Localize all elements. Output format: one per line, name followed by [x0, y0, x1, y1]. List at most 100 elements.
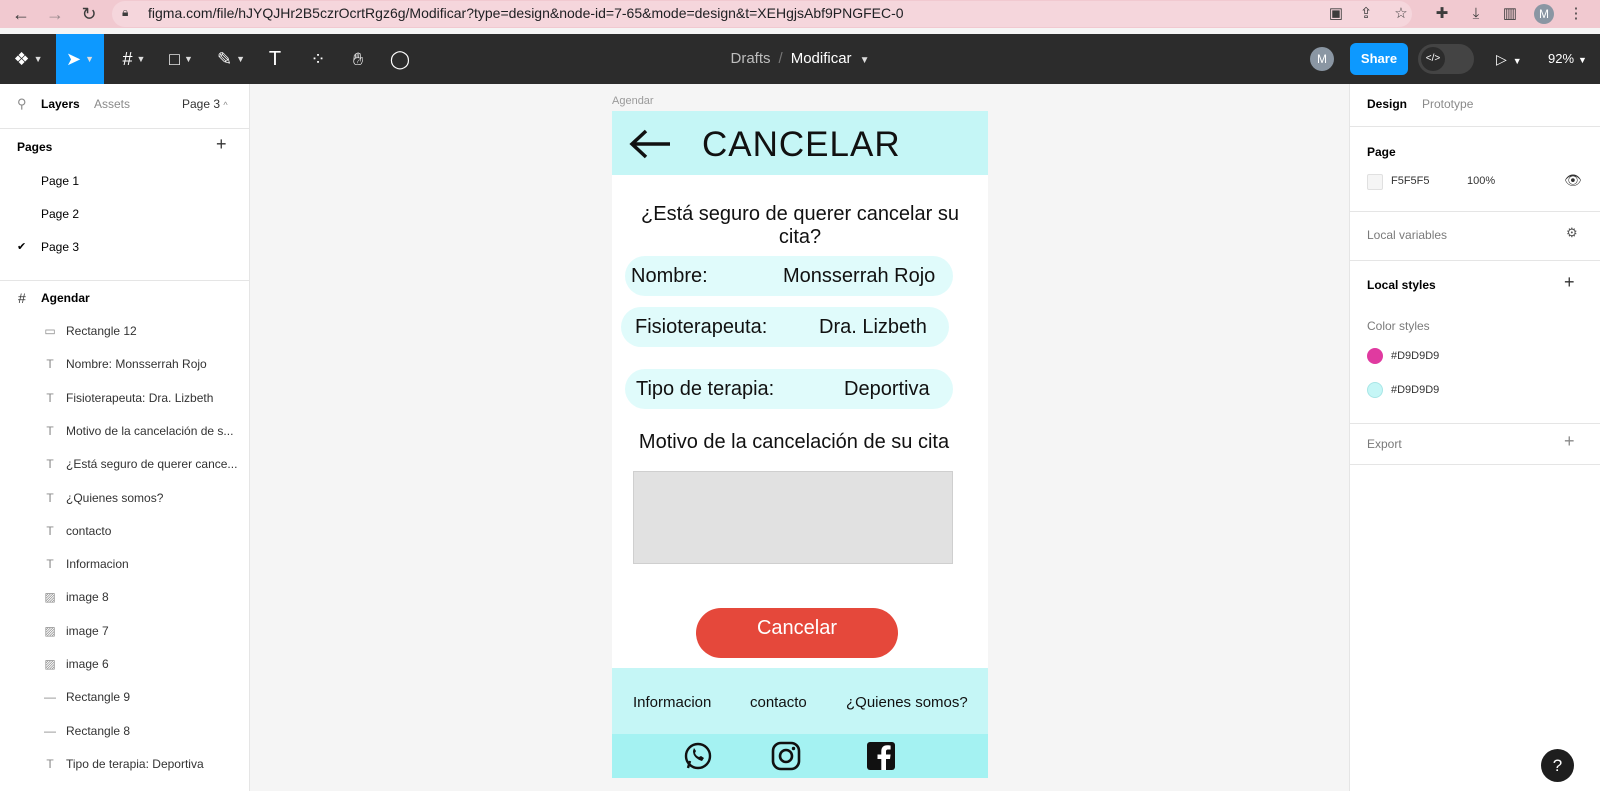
share-button[interactable]: Share [1350, 43, 1408, 75]
bookmark-star-icon[interactable]: ☆ [1391, 4, 1411, 24]
page-selector[interactable]: Page 3 ^ [182, 97, 228, 111]
instagram-icon[interactable] [770, 740, 802, 772]
text-tool[interactable]: T [262, 34, 288, 84]
layer-row[interactable]: T Nombre: Monsserrah Rojo [0, 348, 249, 381]
figma-main-menu[interactable]: ❖ ▼ [10, 34, 46, 84]
sidepanel-icon[interactable]: ▥ [1500, 4, 1520, 24]
components-icon: ⁘ [310, 48, 326, 69]
layer-row[interactable]: T ¿Está seguro de querer cance... [0, 448, 249, 481]
page-color-hex[interactable]: F5F5F5 [1391, 175, 1430, 187]
layer-row[interactable]: — Rectangle 9 [0, 681, 249, 714]
local-styles-heading: Local styles [1367, 278, 1436, 292]
page-color-swatch[interactable] [1367, 174, 1383, 190]
clipboard-icon[interactable]: ▣ [1326, 4, 1346, 24]
tab-layers[interactable]: Layers [41, 97, 80, 111]
tab-prototype[interactable]: Prototype [1422, 97, 1473, 111]
cancel-button[interactable]: Cancelar [696, 608, 898, 658]
add-export-icon[interactable]: + [1564, 431, 1575, 452]
layer-row[interactable]: T ¿Quienes somos? [0, 482, 249, 515]
agendar-frame[interactable]: CANCELAR ¿Está seguro de querer cancelar… [612, 111, 988, 778]
present-button[interactable]: ▷ ▼ [1496, 34, 1522, 84]
eye-icon[interactable]: 👁︎ [1564, 172, 1582, 189]
reload-icon[interactable]: ↻ [78, 3, 100, 25]
shape-tool[interactable]: □ ▼ [160, 34, 202, 84]
local-variables-label[interactable]: Local variables [1367, 228, 1447, 242]
nombre-row: Nombre: Monsserrah Rojo [625, 256, 953, 296]
layer-row[interactable]: — Rectangle 8 [0, 715, 249, 748]
play-icon: ▷ [1496, 51, 1507, 67]
footer-links: Informacion contacto ¿Quienes somos? [612, 668, 988, 734]
download-icon[interactable]: ⤓ [1466, 4, 1486, 24]
layer-name: image 6 [66, 657, 109, 671]
hand-icon: ✋︎ [352, 48, 364, 69]
share-page-icon[interactable]: ⇪ [1356, 4, 1376, 24]
footer-link-quienes-somos[interactable]: ¿Quienes somos? [846, 694, 968, 711]
layer-row[interactable]: T Fisioterapeuta: Dra. Lizbeth [0, 382, 249, 415]
page-selector-label: Page 3 [182, 97, 221, 111]
footer-link-informacion[interactable]: Informacion [633, 694, 711, 711]
hand-tool[interactable]: ✋︎ [344, 34, 372, 84]
layer-row[interactable]: Tcontacto [0, 515, 249, 548]
forward-nav-icon[interactable]: → [44, 3, 66, 25]
url-text[interactable]: figma.com/file/hJYQJHr2B5czrOcrtRgz6g/Mo… [148, 5, 904, 21]
layer-name: Motivo de la cancelación de s... [66, 423, 234, 438]
layer-row[interactable]: ▨ image 6 [0, 648, 249, 681]
divider [0, 128, 250, 129]
chevron-down-icon[interactable]: ▼ [860, 55, 870, 66]
motivo-label: Motivo de la cancelación de su cita [638, 431, 950, 453]
header-bar: CANCELAR [612, 111, 988, 175]
comment-tool[interactable]: ◯ [386, 34, 414, 84]
social-bar [612, 734, 988, 778]
layer-row[interactable]: ▨ image 7 [0, 615, 249, 648]
color-style-name: #D9D9D9 [1391, 349, 1440, 362]
page-item-2[interactable]: Page 2 [0, 198, 249, 231]
extensions-icon[interactable]: ✚ [1432, 4, 1452, 24]
divider [1350, 423, 1600, 424]
export-label[interactable]: Export [1367, 437, 1402, 451]
frame-name-label[interactable]: Agendar [612, 95, 654, 107]
image-icon: ▨ [44, 623, 56, 638]
page-item-3[interactable]: ✔ Page 3 [0, 231, 249, 264]
line-icon: — [44, 723, 56, 738]
code-icon: </> [1421, 47, 1445, 71]
page-color-opacity[interactable]: 100% [1467, 175, 1495, 187]
rectangle-icon: ▭ [44, 324, 56, 338]
add-style-icon[interactable]: + [1564, 272, 1575, 293]
layer-frame-agendar[interactable]: # Agendar [0, 282, 249, 315]
file-name[interactable]: Modificar [791, 50, 852, 67]
pen-tool[interactable]: ✎ ▼ [210, 34, 252, 84]
tab-design[interactable]: Design [1367, 97, 1407, 111]
breadcrumb-drafts[interactable]: Drafts [731, 50, 771, 67]
move-tool[interactable]: ➤ ▼ [56, 34, 104, 84]
divider [1350, 260, 1600, 261]
resources-tool[interactable]: ⁘ [304, 34, 332, 84]
layer-row[interactable]: T Tipo de terapia: Deportiva [0, 748, 249, 781]
add-page-icon[interactable]: + [216, 134, 227, 155]
text-icon: T [46, 490, 54, 505]
footer-link-contacto[interactable]: contacto [750, 694, 807, 711]
browser-menu-icon[interactable]: ⋮ [1566, 4, 1586, 24]
back-arrow-icon[interactable] [628, 129, 672, 159]
layer-row[interactable]: ▭ Rectangle 12 [0, 315, 249, 348]
layer-row[interactable]: T Motivo de la cancelación de s... [0, 415, 249, 448]
profile-avatar[interactable]: M [1534, 4, 1554, 24]
layer-name: Nombre: Monsserrah Rojo [66, 357, 207, 372]
variables-icon[interactable]: ⚙ [1566, 225, 1578, 241]
layer-row[interactable]: T Informacion [0, 548, 249, 581]
facebook-icon[interactable] [865, 740, 897, 772]
page-item-1[interactable]: Page 1 [0, 165, 249, 198]
color-style-item[interactable]: #D9D9D9 [1367, 348, 1439, 364]
tab-assets[interactable]: Assets [94, 97, 130, 111]
divider [1350, 211, 1600, 212]
layer-row[interactable]: ▨ image 8 [0, 581, 249, 614]
help-button[interactable]: ? [1541, 749, 1574, 782]
motivo-textarea[interactable] [633, 471, 953, 564]
frame-tool[interactable]: # ▼ [114, 34, 154, 84]
back-nav-icon[interactable]: ← [10, 3, 32, 25]
dev-mode-toggle[interactable]: </> [1418, 44, 1474, 74]
zoom-menu[interactable]: 92% ▼ [1548, 34, 1587, 84]
search-icon[interactable]: ⚲ [17, 96, 27, 112]
color-style-item[interactable]: #D9D9D9 [1367, 382, 1439, 398]
whatsapp-icon[interactable] [682, 740, 714, 772]
user-avatar[interactable]: M [1310, 47, 1334, 71]
